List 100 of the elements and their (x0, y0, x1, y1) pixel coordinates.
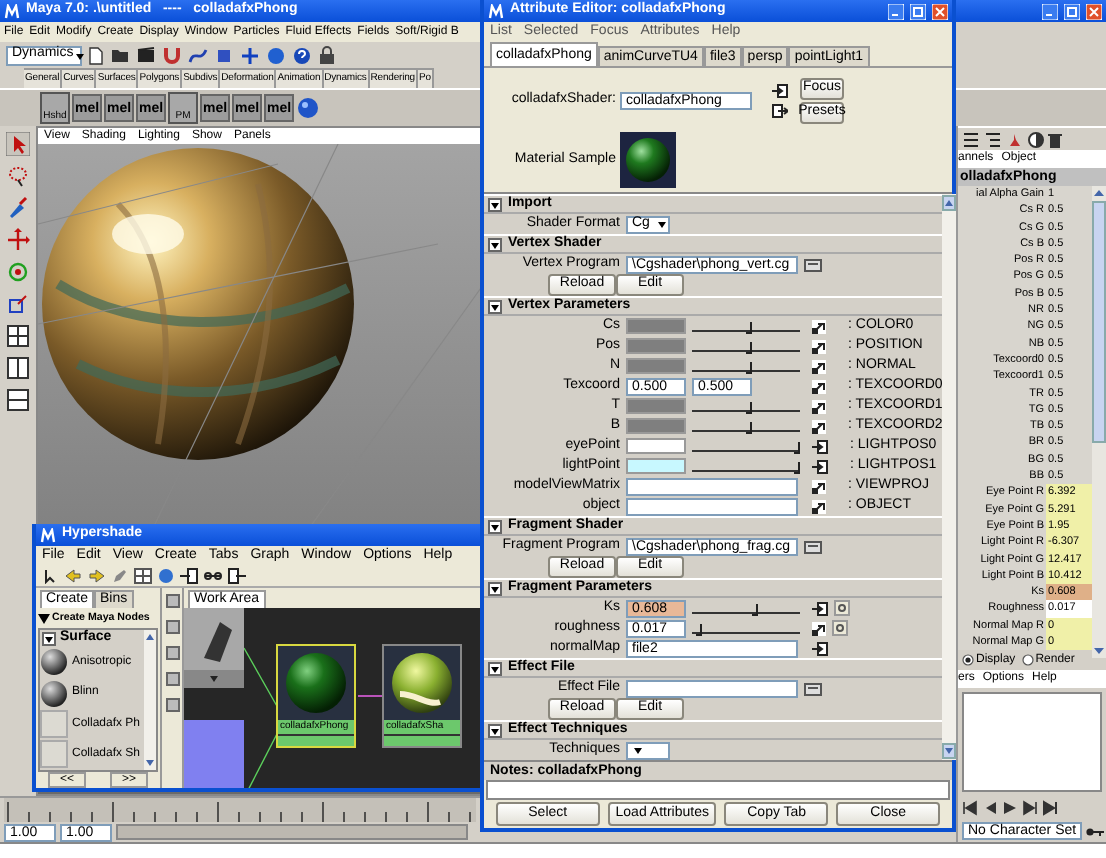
layout-icon[interactable] (6, 388, 30, 412)
collapse-toggle-icon[interactable] (488, 723, 502, 737)
timeline-ruler[interactable] (4, 798, 476, 822)
collapse-toggle-icon[interactable] (488, 519, 502, 533)
plus-icon[interactable] (240, 45, 260, 65)
skip-to-start-icon[interactable] (962, 800, 978, 816)
map-button-icon[interactable] (812, 419, 826, 433)
layout-icon[interactable] (6, 324, 30, 348)
lock-icon[interactable] (318, 45, 336, 65)
page-icon[interactable] (88, 45, 104, 65)
input-arrow-icon[interactable] (812, 459, 828, 473)
color-swatch[interactable] (626, 438, 686, 454)
input-arrow-icon[interactable] (812, 439, 828, 453)
slider[interactable] (692, 341, 800, 351)
map-button-icon[interactable] (812, 319, 826, 333)
circle-button-icon[interactable] (832, 620, 848, 636)
square-icon[interactable] (165, 698, 179, 712)
folder-icon[interactable] (804, 539, 822, 553)
curve-icon[interactable] (188, 45, 208, 65)
arrow-right-icon[interactable] (88, 568, 106, 584)
link-icon[interactable] (204, 568, 222, 584)
clapperboard-icon[interactable] (136, 46, 156, 64)
matrix-field[interactable] (626, 497, 798, 515)
map-button-icon[interactable] (812, 379, 826, 393)
list-icon[interactable] (962, 131, 980, 147)
input-arrow-icon[interactable] (180, 568, 198, 584)
slider[interactable] (692, 461, 800, 471)
node-port-bar[interactable] (278, 734, 354, 746)
maximize-icon[interactable] (1064, 3, 1080, 19)
slider-thumb[interactable] (745, 341, 752, 353)
collapse-toggle-icon[interactable] (488, 237, 502, 251)
square-icon[interactable] (165, 646, 179, 660)
color-swatch[interactable] (626, 398, 686, 414)
skip-to-end-icon[interactable] (1042, 800, 1058, 816)
lasso-icon[interactable] (6, 164, 30, 188)
minimize-icon[interactable] (888, 3, 904, 19)
output-arrow-icon[interactable] (228, 568, 246, 584)
folder-icon[interactable] (804, 681, 822, 695)
map-button-icon[interactable] (812, 399, 826, 413)
input-arrow-icon[interactable] (812, 641, 828, 655)
map-button-icon[interactable] (812, 479, 826, 493)
maximize-icon[interactable] (910, 3, 926, 19)
input-arrow-icon[interactable] (812, 601, 828, 615)
slider-thumb[interactable] (745, 421, 752, 433)
collapse-toggle-icon[interactable] (488, 581, 502, 595)
box-icon[interactable] (214, 45, 234, 65)
grid-icon[interactable] (134, 568, 152, 584)
square-icon[interactable] (165, 672, 179, 686)
vertical-scrollbar[interactable] (1092, 186, 1106, 658)
key-icon[interactable] (1086, 825, 1105, 837)
output-arrow-icon[interactable] (772, 104, 788, 118)
map-button-icon[interactable] (812, 621, 826, 635)
notes-field[interactable] (486, 780, 950, 800)
close-icon[interactable] (932, 3, 948, 19)
slider-thumb[interactable] (696, 623, 703, 635)
trash-icon[interactable] (1048, 131, 1062, 147)
color-swatch[interactable] (626, 338, 686, 354)
collapse-toggle-icon[interactable] (488, 197, 502, 211)
slider[interactable] (692, 421, 800, 431)
path-field[interactable] (626, 679, 798, 697)
slider-thumb[interactable] (745, 321, 752, 333)
brush-icon[interactable] (6, 196, 30, 220)
map-button-icon[interactable] (812, 499, 826, 513)
map-button-icon[interactable] (812, 359, 826, 373)
half-circle-icon[interactable] (1028, 131, 1044, 147)
sphere-icon[interactable] (266, 45, 286, 65)
color-swatch[interactable] (626, 358, 686, 374)
slider-thumb[interactable] (745, 401, 752, 413)
list-icon[interactable] (984, 131, 1002, 147)
vertical-scrollbar[interactable] (144, 630, 156, 770)
slider[interactable] (692, 603, 800, 613)
collapse-toggle-icon[interactable] (488, 299, 502, 313)
map-button-icon[interactable] (812, 339, 826, 353)
close-icon[interactable] (1086, 3, 1102, 19)
rotate-icon[interactable] (6, 260, 30, 284)
slider[interactable] (692, 401, 800, 411)
slider[interactable] (692, 441, 800, 451)
step-back-icon[interactable] (982, 800, 998, 816)
dropdown[interactable] (626, 741, 670, 759)
minimize-icon[interactable] (1042, 3, 1058, 19)
folder-icon[interactable] (110, 46, 130, 64)
color-swatch[interactable] (626, 458, 686, 474)
slider[interactable] (692, 361, 800, 371)
move-arrows-icon[interactable] (6, 228, 30, 252)
arrow-left-icon[interactable] (64, 568, 82, 584)
radio-icon[interactable] (962, 653, 974, 666)
square-icon[interactable] (165, 620, 179, 634)
magnet-icon[interactable] (162, 45, 182, 65)
radio-icon[interactable] (1021, 653, 1034, 666)
step-forward-icon[interactable] (1022, 800, 1038, 816)
scale-icon[interactable] (6, 292, 30, 316)
vertical-scrollbar[interactable] (942, 194, 957, 760)
slider-thumb[interactable] (752, 603, 759, 615)
color-swatch[interactable] (626, 418, 686, 434)
globe-icon[interactable] (158, 568, 174, 584)
input-arrow-icon[interactable] (772, 84, 788, 98)
slider-thumb[interactable] (794, 441, 800, 453)
slider[interactable] (692, 321, 800, 331)
circle-button-icon[interactable] (834, 600, 850, 616)
folder-icon[interactable] (804, 257, 822, 271)
